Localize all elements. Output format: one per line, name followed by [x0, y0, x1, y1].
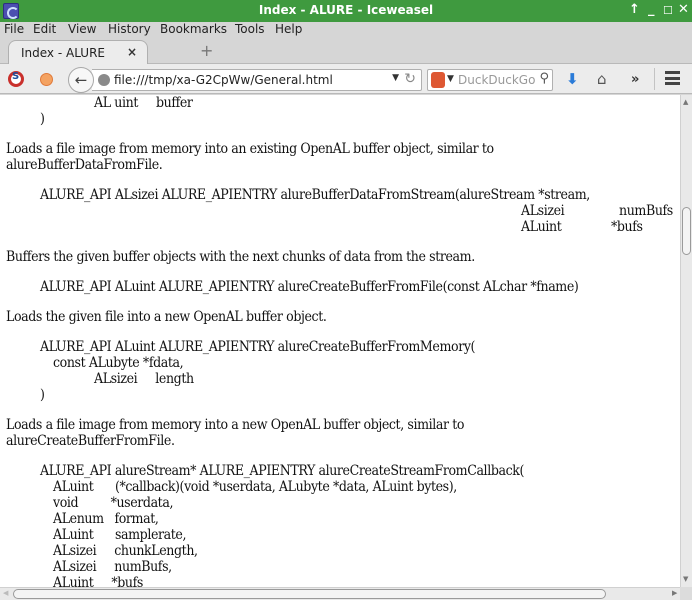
page-content: AL uint buffer ) Loads a file image from…: [0, 95, 680, 587]
paragraph-line: Loads a file image from memory into a ne…: [6, 417, 465, 433]
menu-help[interactable]: Help: [275, 22, 302, 36]
paragraph-line: Loads a file image from memory into an e…: [6, 141, 494, 157]
duckduckgo-icon[interactable]: [431, 72, 445, 88]
toolbar-overflow-icon[interactable]: »: [631, 72, 639, 87]
code-line: ALsizei numBufs,: [53, 559, 172, 575]
scroll-right-arrow-icon[interactable]: ▶: [672, 589, 677, 597]
paragraph-line: alureCreateBufferFromFile.: [6, 433, 175, 449]
function-signature: ALURE_API ALuint ALURE_APIENTRY alureCre…: [40, 339, 476, 355]
tab-close-icon[interactable]: ×: [127, 45, 137, 59]
function-signature: ALURE_API ALuint ALURE_APIENTRY alureCre…: [40, 279, 579, 295]
code-line: ALenum format,: [53, 511, 159, 527]
code-line: ): [40, 387, 45, 403]
code-line: const ALubyte *fdata,: [53, 355, 184, 371]
reload-icon[interactable]: ↻: [404, 71, 416, 87]
smiley-addon-icon[interactable]: [40, 73, 53, 86]
paragraph-line: alureBufferDataFromFile.: [6, 157, 163, 173]
new-tab-button[interactable]: +: [200, 41, 213, 60]
download-icon[interactable]: ⬇: [566, 70, 579, 88]
vertical-scrollbar[interactable]: ▲ ▼: [680, 95, 692, 587]
vertical-scroll-thumb[interactable]: [682, 207, 691, 255]
param-name: *bufs: [611, 219, 643, 235]
menu-history[interactable]: History: [108, 22, 151, 36]
code-line: ALuint (*callback)(void *userdata, ALuby…: [53, 479, 457, 495]
search-bar[interactable]: ▼ DuckDuckGo Search ⚲: [427, 69, 553, 91]
maximize-icon[interactable]: ☐: [663, 4, 673, 17]
horizontal-scroll-thumb[interactable]: [13, 589, 606, 599]
search-input[interactable]: DuckDuckGo Search: [458, 73, 538, 87]
scroll-left-arrow-icon[interactable]: ◀: [3, 589, 8, 597]
close-window-icon[interactable]: ✕: [678, 2, 689, 17]
tab-strip: Index - ALURE ×: [0, 38, 692, 65]
code-line: ): [40, 111, 45, 127]
tab-label: Index - ALURE: [21, 46, 105, 60]
url-input[interactable]: file:///tmp/xa-G2CpWw/General.html: [114, 73, 333, 87]
keep-above-icon[interactable]: ↑: [629, 2, 640, 17]
code-line: void *userdata,: [53, 495, 174, 511]
menu-bar: File Edit View History Bookmarks Tools H…: [0, 22, 692, 38]
hamburger-menu-icon[interactable]: [665, 71, 680, 85]
search-engine-dropdown-icon[interactable]: ▼: [447, 74, 454, 84]
code-line: ALuint *bufs: [53, 575, 143, 587]
horizontal-scrollbar[interactable]: ◀ ▶: [0, 587, 680, 600]
noscript-icon[interactable]: [8, 71, 24, 87]
function-signature: ALURE_API ALsizei ALURE_APIENTRY alureBu…: [40, 187, 590, 203]
back-button[interactable]: ←: [68, 67, 94, 93]
navigation-toolbar: file:///tmp/xa-G2CpWw/General.html ▼ ↻ ←…: [0, 64, 692, 94]
paragraph-line: Buffers the given buffer objects with th…: [6, 249, 475, 265]
paragraph-line: Loads the given file into a new OpenAL b…: [6, 309, 327, 325]
code-line: ALsizei chunkLength,: [53, 543, 198, 559]
minimize-icon[interactable]: _: [648, 2, 655, 17]
scroll-up-arrow-icon[interactable]: ▲: [683, 98, 688, 106]
menu-tools[interactable]: Tools: [235, 22, 265, 36]
code-line: ALsizei length: [94, 371, 194, 387]
param-name: numBufs: [619, 203, 673, 219]
toolbar-separator: [654, 68, 655, 90]
menu-bookmarks[interactable]: Bookmarks: [160, 22, 227, 36]
code-line: ALuint samplerate,: [53, 527, 187, 543]
search-icon[interactable]: ⚲: [539, 71, 549, 86]
site-identity-icon[interactable]: [98, 74, 110, 86]
scrollbar-corner: [680, 587, 692, 600]
param-type: ALuint: [521, 219, 562, 235]
url-history-dropdown-icon[interactable]: ▼: [392, 73, 399, 83]
menu-edit[interactable]: Edit: [33, 22, 56, 36]
menu-view[interactable]: View: [68, 22, 96, 36]
url-bar[interactable]: file:///tmp/xa-G2CpWw/General.html ▼ ↻: [92, 69, 422, 91]
home-icon[interactable]: ⌂: [597, 70, 607, 88]
function-signature: ALURE_API alureStream* ALURE_APIENTRY al…: [40, 463, 524, 479]
tab-index-alure[interactable]: Index - ALURE ×: [8, 40, 148, 65]
param-type: ALsizei: [521, 203, 565, 219]
code-line: AL uint buffer: [94, 95, 193, 111]
window-title: Index - ALURE - Iceweasel: [258, 3, 434, 17]
window-titlebar: Index - ALURE - Iceweasel ↑ _ ☐ ✕: [0, 0, 692, 22]
scroll-down-arrow-icon[interactable]: ▼: [683, 575, 688, 583]
menu-file[interactable]: File: [4, 22, 24, 36]
